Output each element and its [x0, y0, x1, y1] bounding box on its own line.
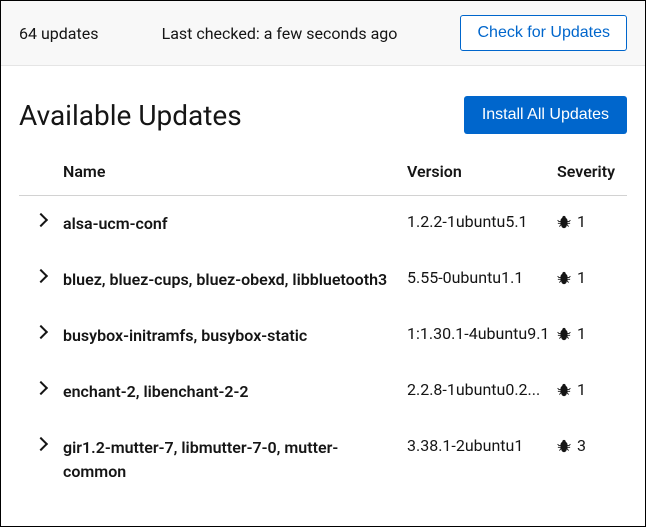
package-severity: 1 [557, 212, 627, 231]
expand-icon[interactable] [34, 381, 48, 395]
package-name: gir1.2-mutter-7, libmutter-7-0, mutter-c… [63, 436, 407, 484]
package-version: 3.38.1-2ubuntu1 [407, 436, 557, 455]
expand-icon[interactable] [34, 269, 48, 283]
expand-icon[interactable] [34, 325, 48, 339]
updates-count: 64 updates [19, 24, 98, 43]
package-version: 1:1.30.1-4ubuntu9.1 [407, 324, 557, 343]
col-severity-header: Severity [557, 162, 627, 181]
table-row: bluez, bluez-cups, bluez-obexd, libbluet… [19, 252, 627, 308]
bug-icon [557, 327, 571, 341]
col-version-header: Version [407, 162, 557, 181]
bug-icon [557, 439, 571, 453]
package-severity: 1 [557, 324, 627, 343]
bug-icon [557, 383, 571, 397]
table-header: Name Version Severity [19, 162, 627, 196]
table-row: gir1.2-mutter-7, libmutter-7-0, mutter-c… [19, 420, 627, 500]
header-bar: 64 updates Last checked: a few seconds a… [1, 1, 645, 66]
expand-icon[interactable] [34, 213, 48, 227]
package-version: 5.55-0ubuntu1.1 [407, 268, 557, 287]
package-name: bluez, bluez-cups, bluez-obexd, libbluet… [63, 268, 407, 292]
check-updates-button[interactable]: Check for Updates [460, 15, 627, 51]
table-row: busybox-initramfs, busybox-static 1:1.30… [19, 308, 627, 364]
package-version: 1.2.2-1ubuntu5.1 [407, 212, 557, 231]
page-title: Available Updates [19, 99, 242, 132]
expand-icon[interactable] [34, 437, 48, 451]
package-severity: 1 [557, 380, 627, 399]
last-checked-text: Last checked: a few seconds ago [162, 24, 398, 43]
package-name: busybox-initramfs, busybox-static [63, 324, 407, 348]
install-all-button[interactable]: Install All Updates [464, 96, 627, 134]
package-severity: 1 [557, 268, 627, 287]
col-name-header: Name [63, 162, 407, 181]
bug-icon [557, 215, 571, 229]
package-version: 2.2.8-1ubuntu0.2... [407, 380, 557, 399]
package-name: enchant-2, libenchant-2-2 [63, 380, 407, 404]
table-row: enchant-2, libenchant-2-2 2.2.8-1ubuntu0… [19, 364, 627, 420]
table-row: alsa-ucm-conf 1.2.2-1ubuntu5.1 1 [19, 196, 627, 252]
package-name: alsa-ucm-conf [63, 212, 407, 236]
bug-icon [557, 271, 571, 285]
package-severity: 3 [557, 436, 627, 455]
